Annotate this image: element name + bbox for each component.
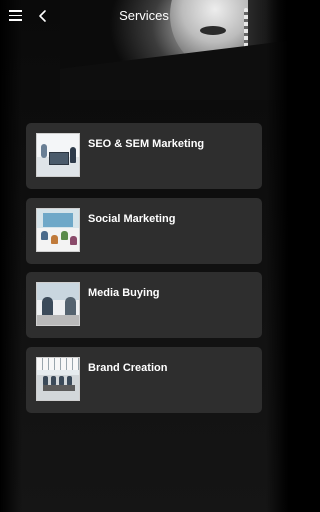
service-card-media-buying[interactable]: Media Buying [26,272,262,338]
conference-room-photo [36,356,80,401]
page-title: Services [119,8,169,23]
presentation-meeting-photo [36,207,80,252]
service-card-brand-creation[interactable]: Brand Creation [26,346,262,413]
office-workers-photo [36,133,80,177]
service-card-social-marketing[interactable]: Social Marketing [26,197,262,264]
services-list: SEO & SEM Marketing Social Marketing Med… [26,123,262,421]
business-handshake-photo [36,282,80,326]
service-label: Social Marketing [88,212,176,225]
services-screen: Services SEO & SEM Marketing Social Mark… [0,0,288,512]
service-label: Media Buying [88,287,160,299]
top-bar: Services [0,0,288,32]
service-label: SEO & SEM Marketing [88,138,205,150]
service-card-seo-sem[interactable]: SEO & SEM Marketing [26,123,262,189]
service-label: Brand Creation [88,361,168,374]
